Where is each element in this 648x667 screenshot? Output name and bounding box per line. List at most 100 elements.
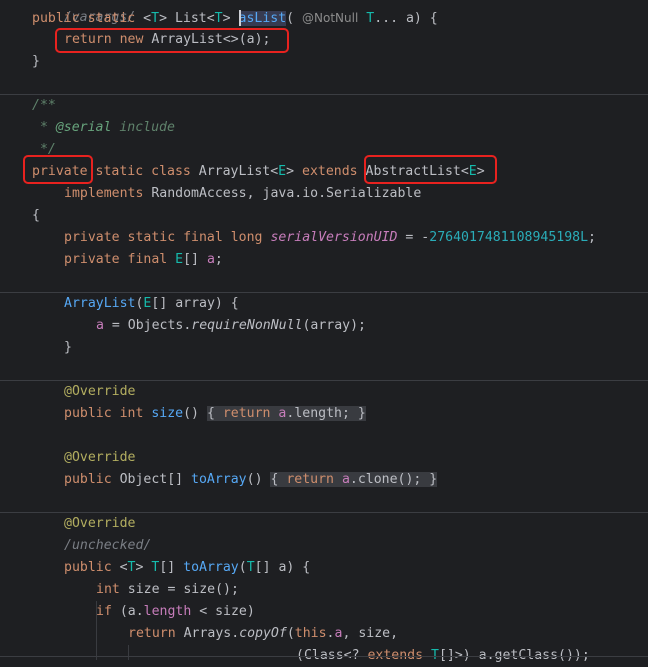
code-text: { xyxy=(270,472,287,487)
keyword: if xyxy=(96,604,112,619)
type-param: T xyxy=(214,11,223,26)
editor-bottom-border xyxy=(0,656,648,657)
keyword: return xyxy=(128,626,176,641)
folded-region[interactable]: { return a.clone(); } xyxy=(270,472,438,487)
code-text: () xyxy=(246,472,263,487)
code-text: } xyxy=(64,340,72,355)
code-text: } xyxy=(32,54,40,69)
code-line: } xyxy=(32,51,648,73)
code-text: } xyxy=(357,406,366,421)
code-text: .clone(); xyxy=(349,472,430,487)
method-name: ArrayList xyxy=(64,296,136,311)
field: a xyxy=(96,318,104,333)
keyword: private final xyxy=(64,252,176,267)
code-text: > List< xyxy=(159,11,215,26)
keyword: implements xyxy=(64,186,144,201)
keyword: public xyxy=(32,11,80,26)
code-line: /** xyxy=(32,95,648,117)
type-param: E xyxy=(278,164,287,179)
method-name: toArray xyxy=(183,560,239,575)
code-text: RandomAccess, java.io.Serializable xyxy=(143,186,422,201)
folded-region[interactable]: { return a.length; } xyxy=(206,406,366,421)
code-line: } xyxy=(64,337,648,359)
code-line: @Override xyxy=(64,447,648,469)
code-text: ... a) { xyxy=(374,11,438,26)
code-line: return Arrays.copyOf(this.a, size, xyxy=(128,623,648,645)
keyword: return xyxy=(222,406,279,421)
static-field: serialVersionUID xyxy=(270,230,398,245)
field: a xyxy=(341,472,350,487)
code-text: { xyxy=(32,208,40,223)
highlight-box xyxy=(55,28,289,53)
static-method: copyOf xyxy=(239,626,287,641)
code-line: { xyxy=(32,205,648,227)
code-line: /unchecked/ xyxy=(64,535,648,557)
code-line: * @serial include xyxy=(32,117,648,139)
keyword: return xyxy=(286,472,342,487)
type-param: T xyxy=(151,11,160,26)
code-line: public static <T> List<T> asList( @NotNu… xyxy=(32,7,648,29)
keyword: public xyxy=(64,472,120,487)
code-text: < xyxy=(143,11,152,26)
number-literal: 2764017481108945198L xyxy=(429,230,589,245)
code-editor[interactable]: /varargs/ public static <T> List<T> asLi… xyxy=(0,0,648,663)
code-text: [] a) { xyxy=(254,560,311,575)
text-caret xyxy=(239,10,241,26)
type-param: T xyxy=(246,560,255,575)
code-text: (array); xyxy=(302,318,366,333)
code-text: (a. xyxy=(111,604,144,619)
code-line: private static class ArrayList<E> extend… xyxy=(32,161,648,183)
code-line: private static final long serialVersionU… xyxy=(64,227,648,249)
highlight-box xyxy=(364,155,497,184)
code-line: @Override xyxy=(64,381,648,403)
doc-comment: * xyxy=(32,120,56,135)
code-line: ArrayList(E[] array) { xyxy=(64,293,648,315)
code-text: < size) xyxy=(191,604,255,619)
static-method: requireNonNull xyxy=(191,318,303,333)
keyword: int xyxy=(96,582,120,597)
keyword: extends xyxy=(302,164,358,179)
keyword: public xyxy=(64,560,120,575)
code-text: > xyxy=(222,11,239,26)
code-text: Arrays. xyxy=(175,626,240,641)
inlay-hint: @NotNull xyxy=(302,11,359,25)
annotation: @Override xyxy=(64,516,136,531)
method-name: asList xyxy=(238,11,287,26)
code-text: , size, xyxy=(342,626,399,641)
comment: /unchecked/ xyxy=(64,538,152,553)
code-text: { xyxy=(206,406,223,421)
code-text: } xyxy=(429,472,438,487)
indent-guide xyxy=(128,645,129,660)
code-text: > xyxy=(135,560,152,575)
method-name: size xyxy=(151,406,184,421)
doc-comment: include xyxy=(111,120,175,135)
code-line: public int size() { return a.length; } xyxy=(64,403,648,425)
code-line: private final E[] a; xyxy=(64,249,648,271)
method-name: toArray xyxy=(191,472,247,487)
annotation: @Override xyxy=(64,450,136,465)
code-text: Object[] xyxy=(119,472,192,487)
doc-tag: @serial xyxy=(55,120,112,135)
code-text: > xyxy=(286,164,303,179)
keyword: private static final long xyxy=(64,230,271,245)
highlight-box xyxy=(23,155,93,184)
code-line: implements RandomAccess, java.io.Seriali… xyxy=(64,183,648,205)
code-text: ; xyxy=(588,230,596,245)
keyword: static xyxy=(79,11,144,26)
keyword: public int xyxy=(64,406,152,421)
code-line: */ xyxy=(32,139,648,161)
code-text: .length; xyxy=(286,406,358,421)
code-line: a = Objects.requireNonNull(array); xyxy=(96,315,648,337)
code-line: /varargs/ xyxy=(32,0,648,25)
doc-comment: /** xyxy=(32,98,56,113)
keyword: static xyxy=(95,164,144,179)
code-line: if (a.length < size) xyxy=(96,601,648,623)
code-text: < xyxy=(119,560,128,575)
keyword: class xyxy=(151,164,191,179)
code-text: ( xyxy=(286,626,295,641)
type-param: E xyxy=(175,252,184,267)
annotation: @Override xyxy=(64,384,136,399)
code-text: ( xyxy=(238,560,247,575)
